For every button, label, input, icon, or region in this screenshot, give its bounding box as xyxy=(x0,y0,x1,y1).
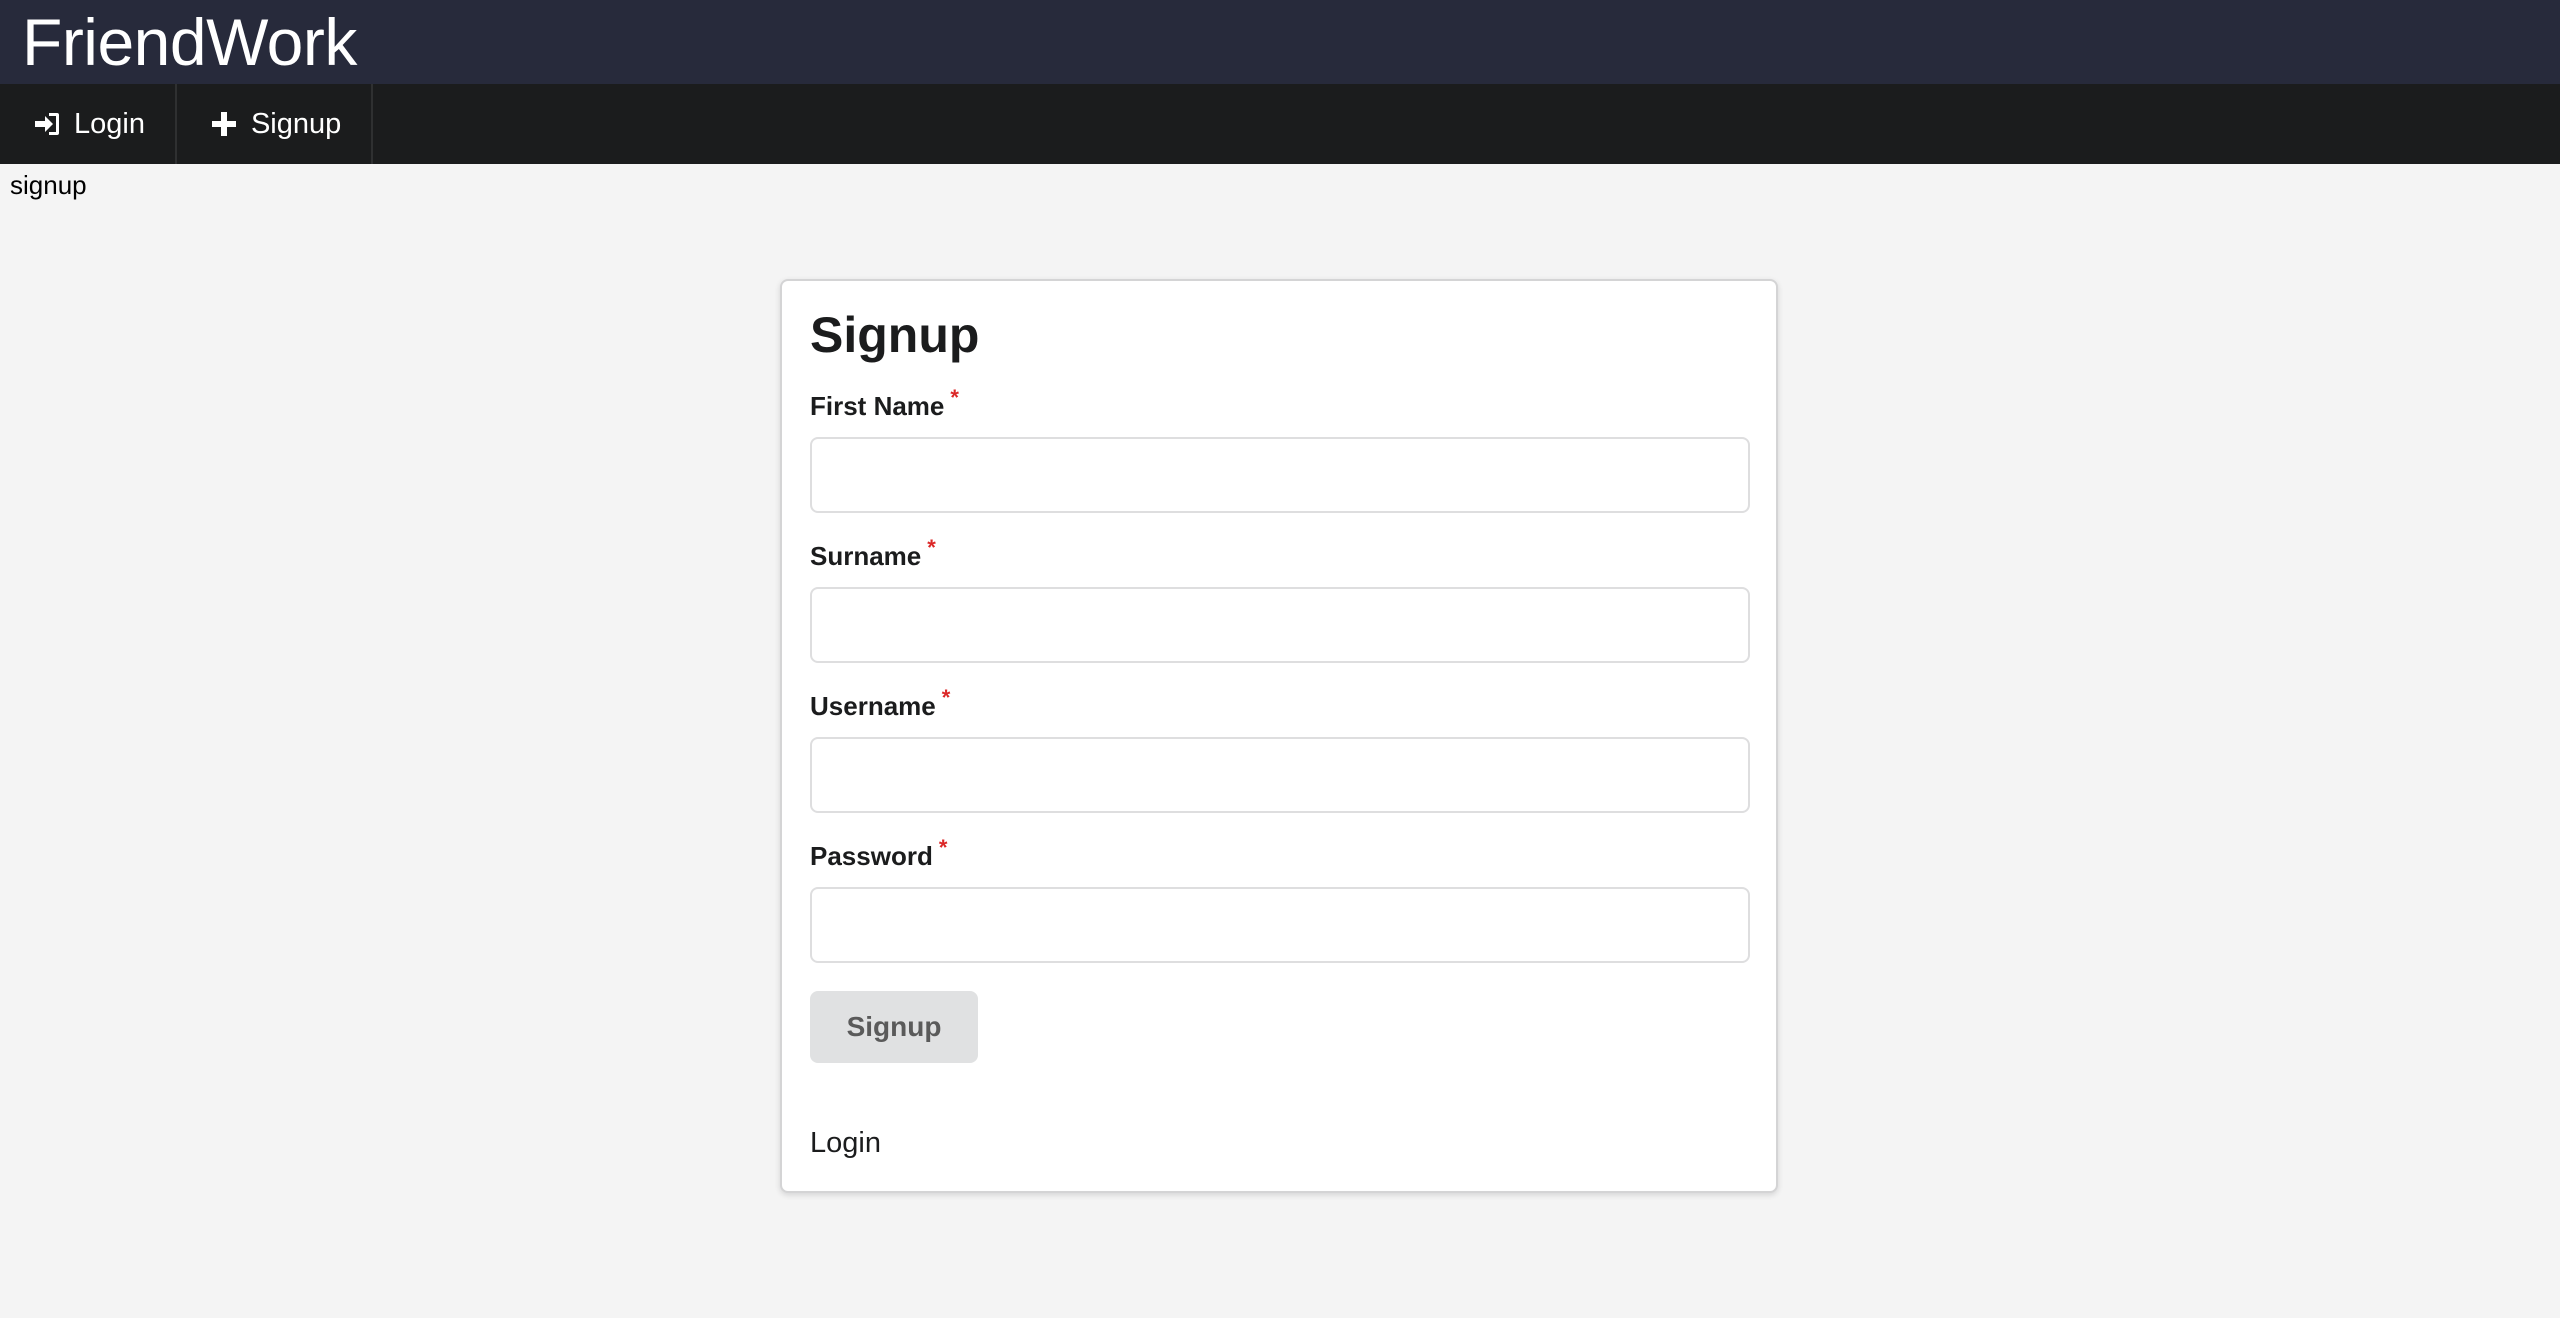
username-label: Username * xyxy=(810,685,950,722)
title-bar: FriendWork xyxy=(0,0,2560,84)
first-name-label: First Name * xyxy=(810,385,959,422)
required-marker: * xyxy=(938,835,948,860)
password-label-text: Password xyxy=(810,841,933,871)
app-title: FriendWork xyxy=(22,5,357,79)
signup-card: Signup First Name * Surname * Username * Pa… xyxy=(780,279,1778,1193)
username-label-text: Username xyxy=(810,691,936,721)
password-input[interactable] xyxy=(810,887,1750,963)
surname-label-text: Surname xyxy=(810,541,922,571)
required-marker: * xyxy=(941,685,951,710)
required-marker: * xyxy=(950,385,959,410)
first-name-label-text: First Name xyxy=(810,391,945,421)
sign-in-icon xyxy=(32,109,62,139)
first-name-input[interactable] xyxy=(810,437,1750,513)
signup-button[interactable]: Signup xyxy=(810,991,978,1063)
menu-item-signup[interactable]: Signup xyxy=(177,84,374,164)
menu-item-login[interactable]: Login xyxy=(0,84,177,164)
menu-item-label: Signup xyxy=(250,107,342,140)
surname-input[interactable] xyxy=(810,587,1750,663)
surname-label: Surname * xyxy=(810,535,936,572)
menu-item-label: Login xyxy=(74,107,145,140)
top-menu: Login Signup xyxy=(0,84,2560,164)
required-marker: * xyxy=(927,535,936,560)
plus-icon xyxy=(209,109,239,139)
password-label: Password * xyxy=(810,835,947,872)
form-title: Signup xyxy=(810,307,980,363)
username-input[interactable] xyxy=(810,737,1750,813)
login-link[interactable]: Login xyxy=(810,1127,881,1160)
route-label: signup xyxy=(10,170,87,200)
